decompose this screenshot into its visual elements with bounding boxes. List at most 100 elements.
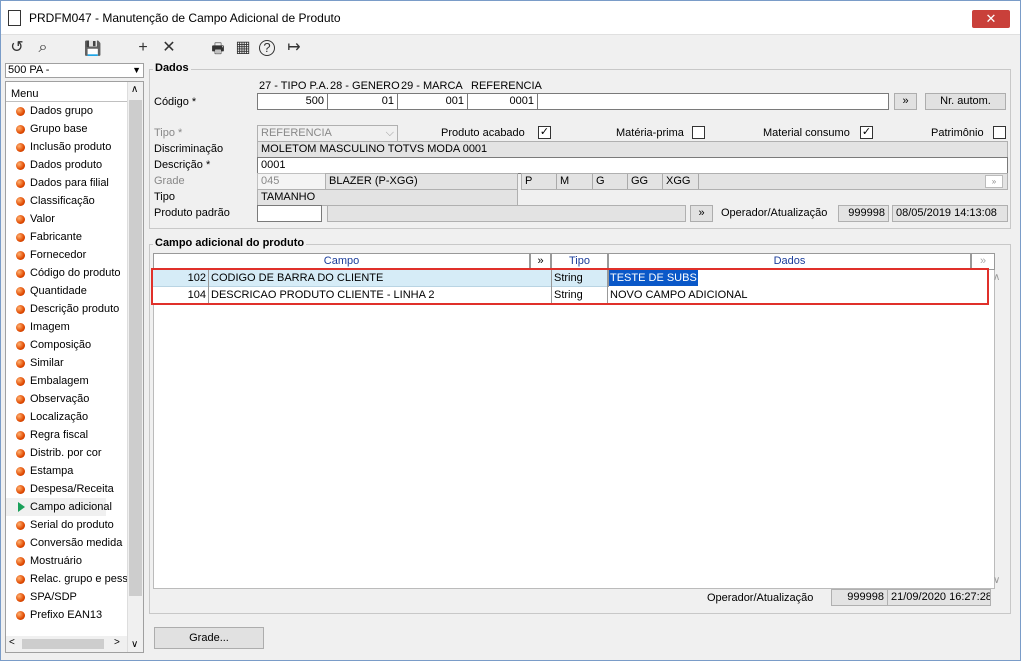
materia-prima-label: Matéria-prima xyxy=(616,127,684,139)
bullet-icon xyxy=(16,251,25,260)
descricao-label: Descrição * xyxy=(154,159,211,171)
menu-item[interactable]: Classificação xyxy=(6,192,143,210)
menu-item[interactable]: Serial do produto xyxy=(6,516,143,534)
menu-item[interactable]: Mostruário xyxy=(6,552,143,570)
close-button[interactable]: ✕ xyxy=(972,10,1010,28)
bullet-icon xyxy=(16,449,25,458)
scroll-thumb[interactable] xyxy=(129,100,142,596)
material-consumo-checkbox[interactable]: ✓ xyxy=(860,126,873,139)
save-icon[interactable]: 💾 xyxy=(83,38,103,58)
menu-item[interactable]: Campo adicional xyxy=(6,498,112,516)
size-gg: GG xyxy=(627,174,648,189)
codigo-more-button[interactable]: » xyxy=(894,93,917,110)
title-bar: PRDFM047 - Manutenção de Campo Adicional… xyxy=(1,1,1020,35)
scroll-down-icon[interactable]: ∨ xyxy=(131,639,138,650)
descricao-field[interactable]: 0001 xyxy=(257,157,1008,174)
menu-item[interactable]: Quantidade xyxy=(6,282,143,300)
help-icon[interactable]: ? xyxy=(259,40,275,56)
menu-item-label: SPA/SDP xyxy=(30,591,77,603)
side-menu: Menu Dados grupo Grupo base Inclusão produ… xyxy=(5,81,144,653)
menu-item-label: Classificação xyxy=(30,195,95,207)
produto-padrao-more-button[interactable]: » xyxy=(690,205,713,222)
scroll-right-icon[interactable]: > xyxy=(114,637,120,648)
sizes-more-button[interactable]: » xyxy=(985,175,1003,188)
menu-item[interactable]: SPA/SDP xyxy=(6,588,143,606)
menu-item[interactable]: Embalagem xyxy=(6,372,143,390)
grid-vertical-scrollbar[interactable]: ∧ ∨ xyxy=(992,270,1006,588)
search-icon[interactable]: ⌕ xyxy=(33,38,53,58)
menu-item[interactable]: Conversão medida xyxy=(6,534,143,552)
bullet-icon xyxy=(16,521,25,530)
menu-item[interactable]: Composição xyxy=(6,336,143,354)
company-select[interactable]: 500 PA - ▼ xyxy=(5,63,144,78)
menu-item[interactable]: Distrib. por cor xyxy=(6,444,143,462)
codigo-label: Código * xyxy=(154,96,197,108)
tipo-select[interactable]: REFERENCIA ⌵ xyxy=(257,125,398,142)
tipo-label: Tipo * xyxy=(154,127,183,139)
menu-item[interactable]: Imagem xyxy=(6,318,143,336)
print-icon[interactable]: 🖶 xyxy=(208,38,228,58)
menu-item-label: Fornecedor xyxy=(30,249,87,261)
add-icon[interactable]: + xyxy=(133,38,153,58)
campo-adicional-legend: Campo adicional do produto xyxy=(153,237,307,249)
bullet-icon xyxy=(16,467,25,476)
menu-vertical-scrollbar[interactable]: ∧ ∨ xyxy=(127,82,143,652)
size-m: M xyxy=(556,174,569,189)
codigo-genero-field[interactable]: 01 xyxy=(327,93,398,110)
delete-icon[interactable]: ✕ xyxy=(159,38,179,58)
produto-acabado-checkbox[interactable]: ✓ xyxy=(538,126,551,139)
bullet-icon xyxy=(16,107,25,116)
menu-item[interactable]: Dados grupo xyxy=(6,102,143,120)
produto-padrao-desc-field xyxy=(327,205,686,222)
menu-item-label: Descrição produto xyxy=(30,303,120,315)
menu-item[interactable]: Dados produto xyxy=(6,156,143,174)
grade-button[interactable]: Grade... xyxy=(154,627,264,649)
codigo-marca-field[interactable]: 001 xyxy=(397,93,468,110)
menu-item[interactable]: Localização xyxy=(6,408,143,426)
menu-item[interactable]: Descrição produto xyxy=(6,300,143,318)
menu-item[interactable]: Valor xyxy=(6,210,143,228)
scroll-up-icon[interactable]: ∧ xyxy=(993,272,1000,283)
menu-item[interactable]: Prefixo EAN13 xyxy=(6,606,143,624)
discriminacao-label: Discriminação xyxy=(154,143,224,155)
discriminacao-field[interactable]: MOLETOM MASCULINO TOTVS MODA 0001 xyxy=(257,141,1008,158)
scroll-down-icon[interactable]: ∨ xyxy=(993,575,1000,586)
menu-item[interactable]: Observação xyxy=(6,390,143,408)
menu-header: Menu xyxy=(6,82,143,102)
bullet-icon xyxy=(16,287,25,296)
bullet-icon xyxy=(16,341,25,350)
menu-item[interactable]: Similar xyxy=(6,354,143,372)
materia-prima-checkbox[interactable] xyxy=(692,126,705,139)
refresh-icon[interactable]: ↺ xyxy=(7,38,27,58)
menu-horizontal-scrollbar[interactable]: < > xyxy=(6,636,127,652)
menu-item[interactable]: Relac. grupo e pess xyxy=(6,570,143,588)
calendar-icon[interactable]: ▦ xyxy=(233,38,253,58)
menu-item[interactable]: Código do produto xyxy=(6,264,143,282)
nr-autom-button[interactable]: Nr. autom. xyxy=(925,93,1006,110)
produto-padrao-field[interactable] xyxy=(257,205,322,222)
menu-item-label: Localização xyxy=(30,411,89,423)
menu-item[interactable]: Grupo base xyxy=(6,120,143,138)
menu-item[interactable]: Despesa/Receita xyxy=(6,480,143,498)
menu-item[interactable]: Regra fiscal xyxy=(6,426,143,444)
highlight-box xyxy=(151,268,989,305)
grade-code-field[interactable]: 045 xyxy=(257,173,326,190)
codigo-extra-field[interactable] xyxy=(537,93,889,110)
menu-item[interactable]: Inclusão produto xyxy=(6,138,143,156)
menu-item[interactable]: Dados para filial xyxy=(6,174,143,192)
codigo-tipo-pa-field[interactable]: 500 xyxy=(257,93,328,110)
codigo-referencia-field[interactable]: 0001 xyxy=(467,93,538,110)
bullet-icon xyxy=(16,323,25,332)
scroll-up-icon[interactable]: ∧ xyxy=(131,84,138,95)
hscroll-thumb[interactable] xyxy=(22,639,104,649)
grid-atualizacao-field: 21/09/2020 16:27:28 xyxy=(887,589,991,606)
patrimonio-checkbox[interactable] xyxy=(993,126,1006,139)
menu-item[interactable]: Fabricante xyxy=(6,228,143,246)
bullet-icon xyxy=(16,413,25,422)
menu-item[interactable]: Fornecedor xyxy=(6,246,143,264)
bullet-icon xyxy=(16,377,25,386)
menu-item-label: Grupo base xyxy=(30,123,88,135)
scroll-left-icon[interactable]: < xyxy=(9,637,15,648)
exit-icon[interactable]: ↦ xyxy=(284,38,304,58)
menu-item[interactable]: Estampa xyxy=(6,462,143,480)
